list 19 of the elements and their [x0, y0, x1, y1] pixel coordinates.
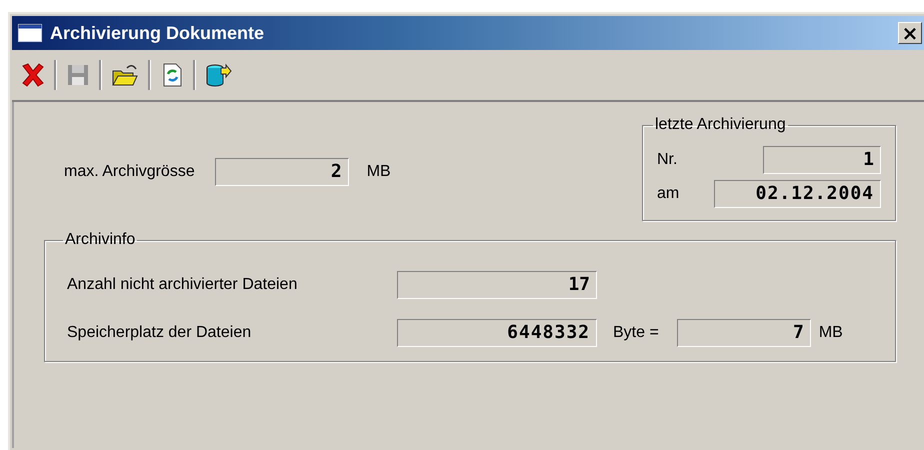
max-size-field[interactable]: 2 — [214, 158, 349, 186]
number-field[interactable]: 1 — [763, 146, 881, 174]
window-icon — [18, 24, 42, 42]
unit-label: MB — [818, 324, 843, 342]
unit-label: Byte = — [613, 324, 659, 342]
date-field[interactable]: 02.12.2004 — [714, 180, 881, 208]
field-label: am — [657, 185, 680, 203]
field-label: max. Archivgrösse — [64, 163, 195, 181]
group-title: Archivinfo — [64, 231, 136, 249]
megabytes-field[interactable]: 7 — [676, 319, 811, 347]
bytes-field[interactable]: 6448332 — [397, 319, 597, 347]
unit-label: MB — [366, 163, 391, 181]
group-title: letzte Archivierung — [654, 116, 787, 134]
field-label: Speicherplatz der Dateien — [67, 324, 252, 342]
window-title: Archivierung Dokumente — [50, 22, 266, 44]
file-count-field[interactable]: 17 — [397, 271, 597, 299]
field-label: Nr. — [657, 151, 678, 169]
field-label: Anzahl nicht archivierter Dateien — [67, 276, 298, 294]
close-button[interactable]: × — [898, 22, 922, 44]
